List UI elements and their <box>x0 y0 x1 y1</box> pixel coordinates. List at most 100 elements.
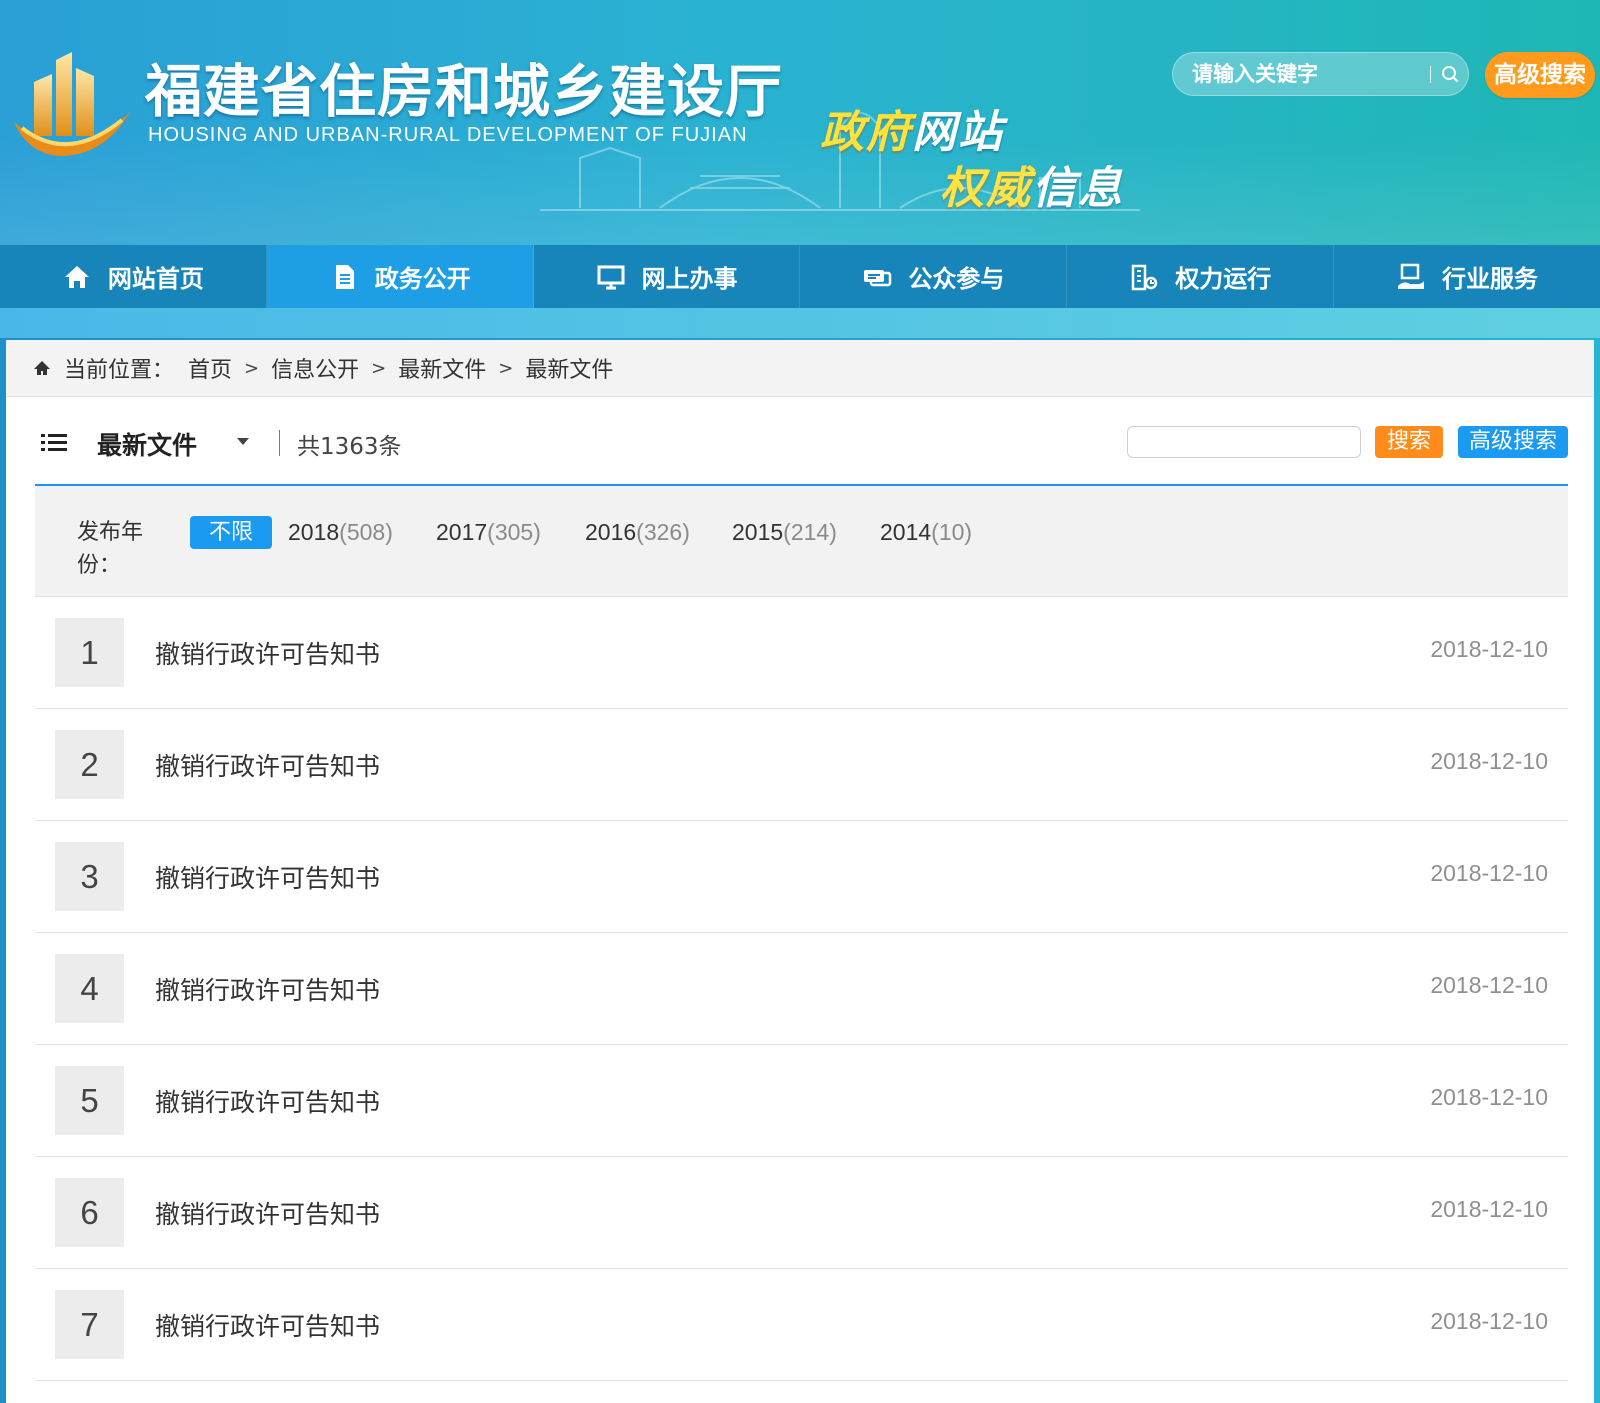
item-date: 2018-12-10 <box>1430 1196 1548 1222</box>
item-date: 2018-12-10 <box>1430 636 1548 662</box>
year-option-2017[interactable]: 2017(305) <box>436 516 541 549</box>
slogan-line-2: 权威信息 <box>940 152 1124 216</box>
divider <box>279 430 280 456</box>
list-item[interactable]: 6 撤销行政许可告知书 2018-12-10 <box>35 1157 1568 1269</box>
list-item[interactable]: 4 撤销行政许可告知书 2018-12-10 <box>35 933 1568 1045</box>
nav-item-home[interactable]: 网站首页 <box>0 245 267 308</box>
site-logo[interactable] <box>8 52 134 164</box>
content-panel: 当前位置： 首页 > 信息公开 > 最新文件 > 最新文件 最新文件 共1363… <box>6 340 1594 1403</box>
breadcrumb-item-home[interactable]: 首页 <box>188 352 232 384</box>
nav-item-online-services[interactable]: 网上办事 <box>534 245 801 308</box>
item-number: 7 <box>55 1290 124 1359</box>
nav-label: 行业服务 <box>1442 265 1539 293</box>
list-search-input[interactable] <box>1127 426 1361 458</box>
breadcrumb: 当前位置： 首页 > 信息公开 > 最新文件 > 最新文件 <box>6 340 1594 397</box>
header-advanced-search-button[interactable]: 高级搜索 <box>1485 52 1595 98</box>
item-title-link[interactable]: 撤销行政许可告知书 <box>155 859 380 895</box>
document-icon <box>329 262 359 292</box>
year-label: 2015 <box>732 519 784 545</box>
item-date: 2018-12-10 <box>1430 748 1548 774</box>
year-option-2014[interactable]: 2014(10) <box>880 516 972 549</box>
search-button[interactable]: 搜索 <box>1375 426 1443 458</box>
year-label: 2017 <box>436 519 488 545</box>
building-icon <box>1129 262 1159 292</box>
list-item[interactable]: 5 撤销行政许可告知书 2018-12-10 <box>35 1045 1568 1157</box>
item-title-link[interactable]: 撤销行政许可告知书 <box>155 635 380 671</box>
breadcrumb-item-latest-files[interactable]: 最新文件 <box>398 352 486 384</box>
year-option-2016[interactable]: 2016(326) <box>585 516 690 549</box>
search-icon[interactable] <box>1436 62 1464 86</box>
search-divider <box>1430 66 1431 83</box>
year-count: (326) <box>636 519 690 545</box>
list-header: 最新文件 共1363条 搜索 高级搜索 <box>35 396 1568 486</box>
monitor-icon <box>596 262 626 292</box>
year-count: (10) <box>931 519 973 545</box>
breadcrumb-separator: > <box>244 357 260 379</box>
list-icon <box>41 434 67 451</box>
item-number: 4 <box>55 954 124 1023</box>
slogan-text: 政府 <box>820 107 912 158</box>
year-filter-label: 发布年份： <box>77 520 144 578</box>
item-date: 2018-12-10 <box>1430 1308 1548 1334</box>
item-number: 1 <box>55 618 124 687</box>
item-number: 3 <box>55 842 124 911</box>
breadcrumb-separator: > <box>498 357 514 379</box>
nav-item-public-participation[interactable]: 公众参与 <box>800 245 1068 308</box>
home-icon <box>32 358 52 378</box>
year-label: 2018 <box>288 519 340 545</box>
breadcrumb-item-info-disclosure[interactable]: 信息公开 <box>271 352 359 384</box>
header-search-box <box>1172 52 1469 96</box>
slogan-line-1: 政府网站 <box>820 96 1004 160</box>
nav-label: 网上办事 <box>641 265 738 293</box>
nav-label: 公众参与 <box>908 265 1005 293</box>
site-header: 福建省住房和城乡建设厅 HOUSING AND URBAN-RURAL DEVE… <box>0 0 1600 245</box>
service-icon <box>1396 262 1426 292</box>
nav-label: 权力运行 <box>1175 265 1272 293</box>
document-list: 1 撤销行政许可告知书 2018-12-10 2 撤销行政许可告知书 2018-… <box>35 597 1568 1381</box>
year-label: 2016 <box>585 519 637 545</box>
advanced-search-button[interactable]: 高级搜索 <box>1458 426 1568 458</box>
year-count: (214) <box>783 519 837 545</box>
main-nav: 网站首页 政务公开 网上办事 公众参与 权力运行 行业服务 <box>0 245 1600 308</box>
result-count: 共1363条 <box>297 434 402 460</box>
breadcrumb-item-current[interactable]: 最新文件 <box>525 352 613 384</box>
home-icon <box>62 262 92 292</box>
year-count: (305) <box>487 519 541 545</box>
list-item[interactable]: 7 撤销行政许可告知书 2018-12-10 <box>35 1269 1568 1381</box>
item-title-link[interactable]: 撤销行政许可告知书 <box>155 1083 380 1119</box>
slogan-text: 信息 <box>1032 163 1124 214</box>
nav-item-power-operation[interactable]: 权力运行 <box>1067 245 1335 308</box>
nav-label: 政务公开 <box>374 265 471 293</box>
item-date: 2018-12-10 <box>1430 972 1548 998</box>
list-item[interactable]: 3 撤销行政许可告知书 2018-12-10 <box>35 821 1568 933</box>
chevron-down-icon[interactable] <box>237 438 249 446</box>
item-number: 5 <box>55 1066 124 1135</box>
item-title-link[interactable]: 撤销行政许可告知书 <box>155 971 380 1007</box>
year-option-2018[interactable]: 2018(508) <box>288 516 393 549</box>
item-title-link[interactable]: 撤销行政许可告知书 <box>155 1307 380 1343</box>
site-subtitle: HOUSING AND URBAN-RURAL DEVELOPMENT OF F… <box>148 124 748 146</box>
item-date: 2018-12-10 <box>1430 1084 1548 1110</box>
year-option-2015[interactable]: 2015(214) <box>732 516 837 549</box>
nav-item-government-affairs[interactable]: 政务公开 <box>266 245 534 308</box>
year-option-all[interactable]: 不限 <box>190 516 272 549</box>
list-item[interactable]: 2 撤销行政许可告知书 2018-12-10 <box>35 709 1568 821</box>
slogan-text: 权威 <box>940 163 1032 214</box>
year-filter: 发布年份： 不限 2018(508) 2017(305) 2016(326) 2… <box>35 486 1568 597</box>
nav-item-industry-services[interactable]: 行业服务 <box>1334 245 1600 308</box>
breadcrumb-separator: > <box>371 357 387 379</box>
list-title: 最新文件 <box>97 431 198 460</box>
item-title-link[interactable]: 撤销行政许可告知书 <box>155 1195 380 1231</box>
item-title-link[interactable]: 撤销行政许可告知书 <box>155 747 380 783</box>
item-number: 6 <box>55 1178 124 1247</box>
chat-icon <box>862 262 892 292</box>
slogan-text: 网站 <box>912 107 1004 158</box>
header-search-input[interactable] <box>1192 58 1422 90</box>
nav-label: 网站首页 <box>107 265 204 293</box>
item-date: 2018-12-10 <box>1430 860 1548 886</box>
year-label: 2014 <box>880 519 932 545</box>
item-number: 2 <box>55 730 124 799</box>
site-title: 福建省住房和城乡建设厅 <box>145 59 783 125</box>
breadcrumb-prefix: 当前位置： <box>64 358 175 383</box>
list-item[interactable]: 1 撤销行政许可告知书 2018-12-10 <box>35 597 1568 709</box>
